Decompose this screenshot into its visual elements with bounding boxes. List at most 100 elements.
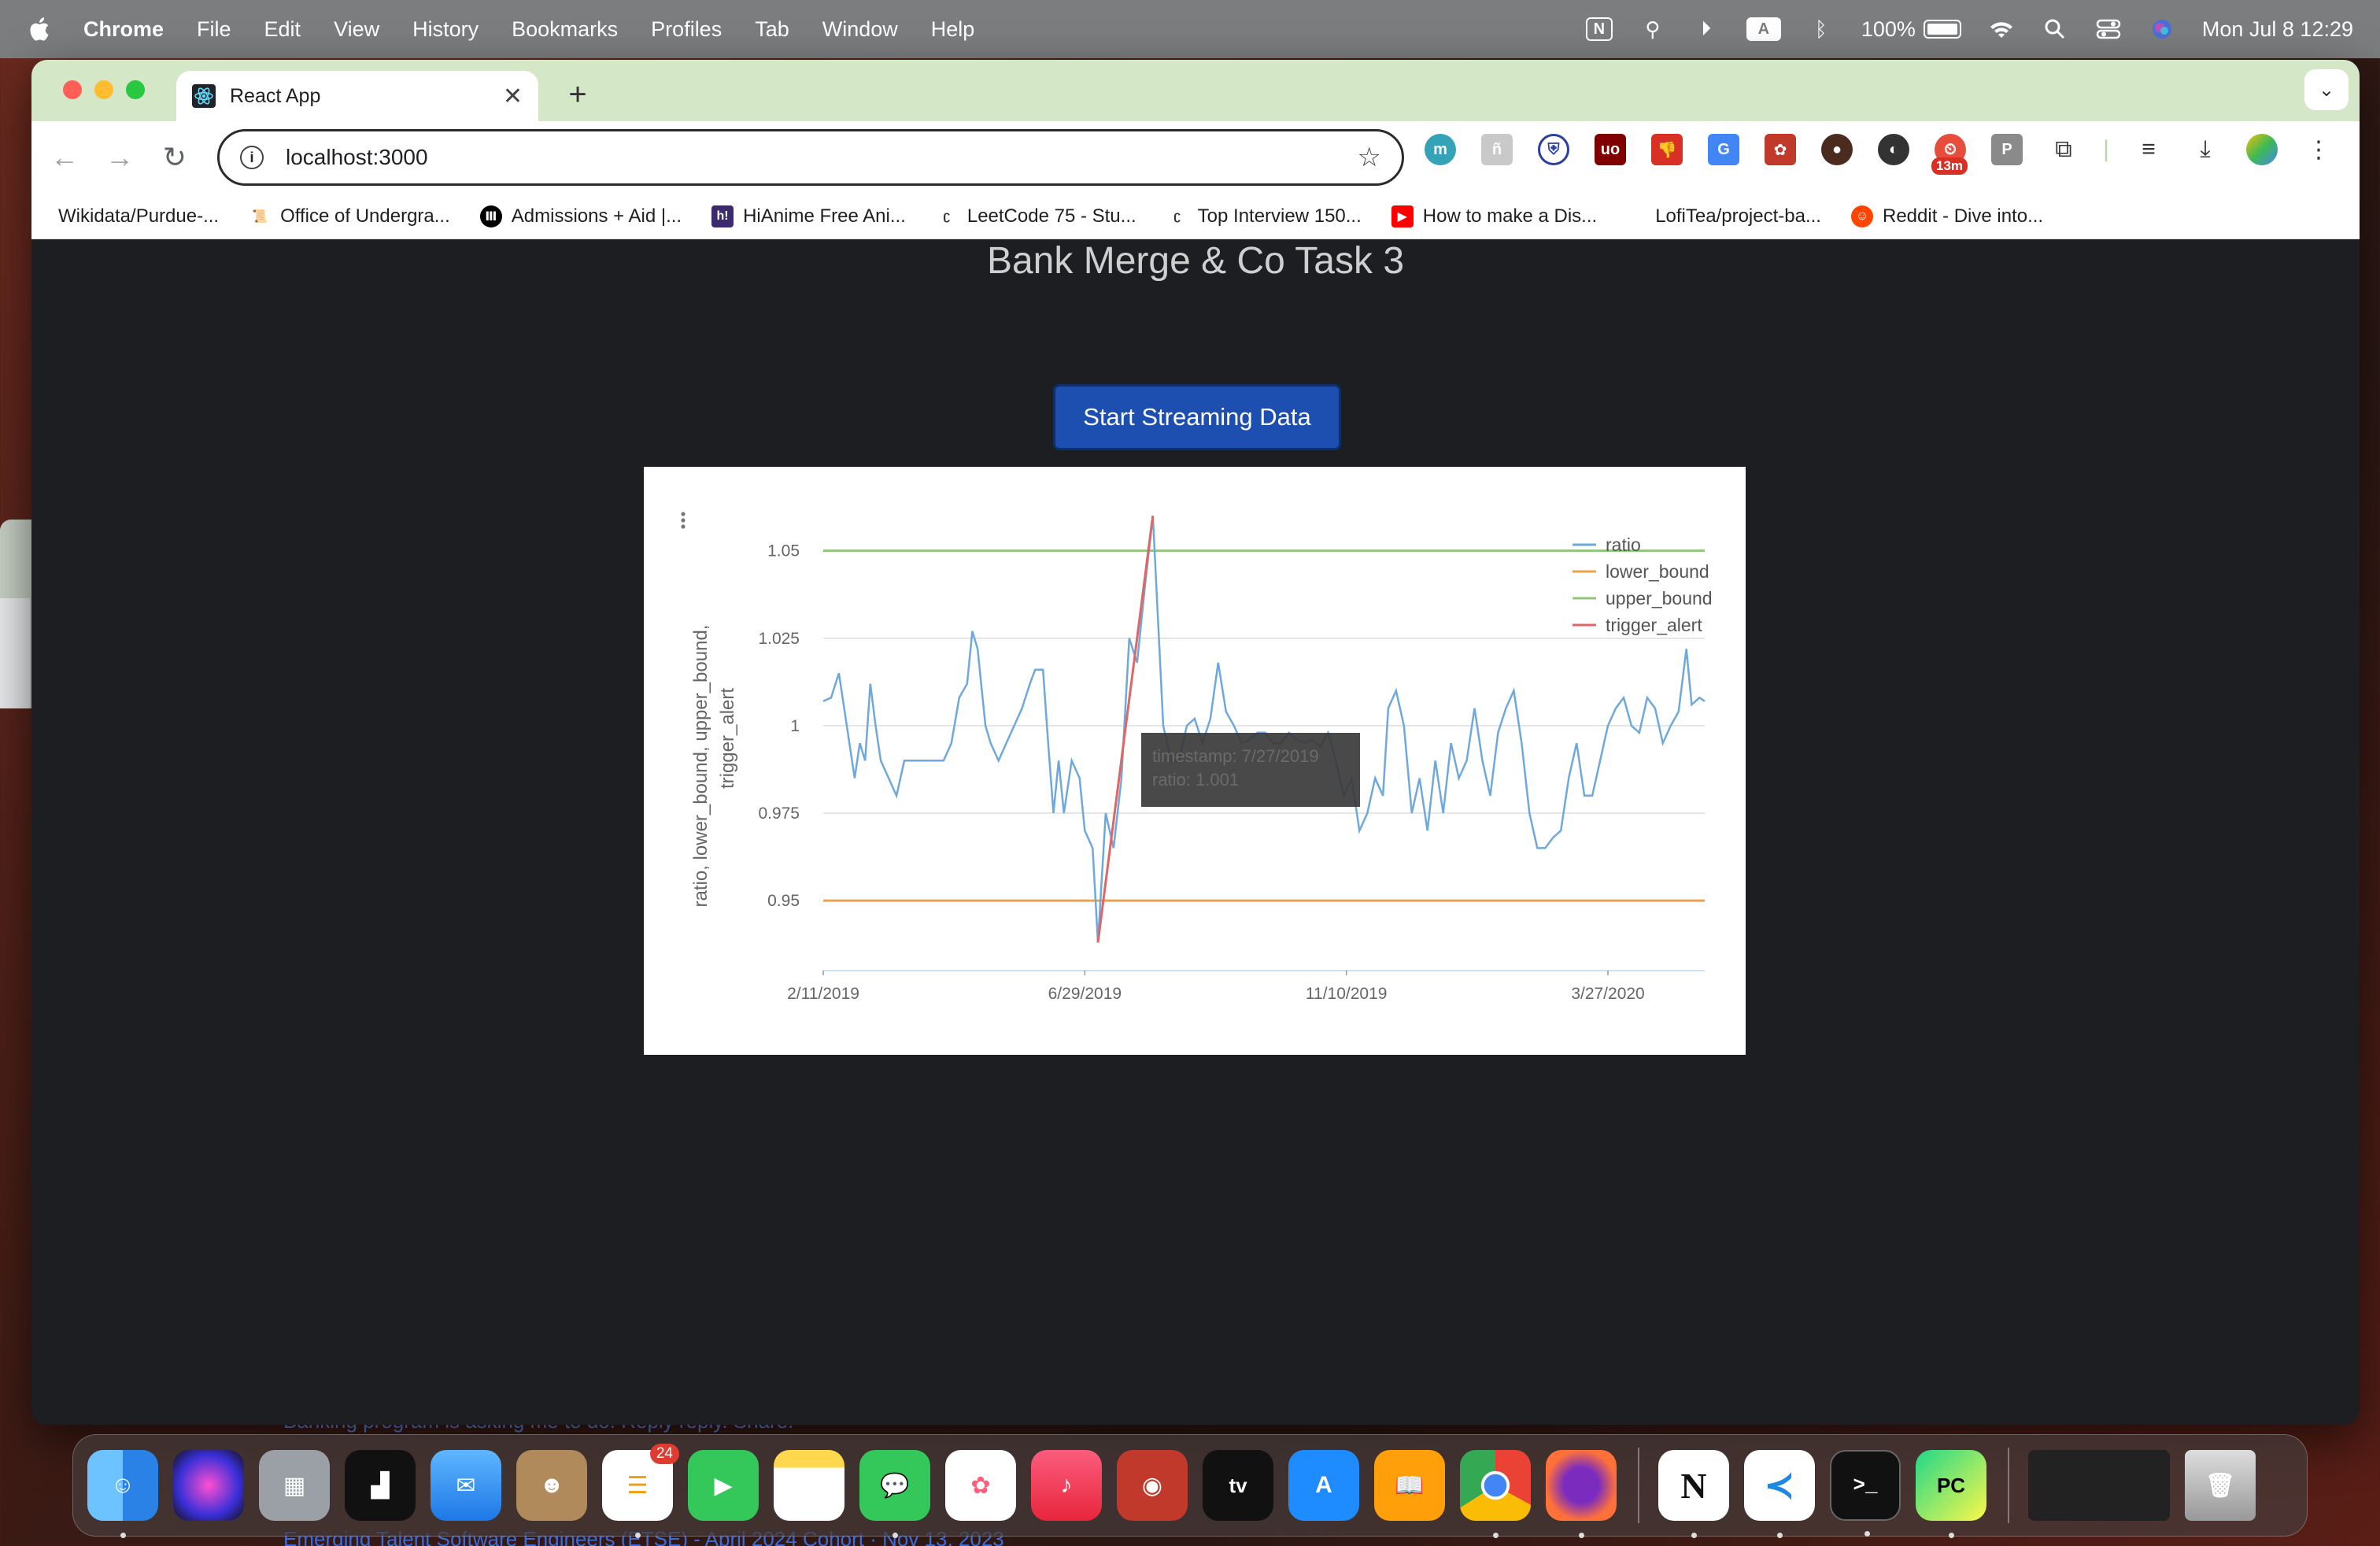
chart-settings-icon[interactable] [681,512,686,529]
siri-icon[interactable] [173,1450,244,1521]
pycharm-icon[interactable]: PC [1916,1450,1986,1538]
menu-profiles[interactable]: Profiles [651,17,722,42]
bookmark-item[interactable]: ▶ How to make a Dis... [1391,205,1597,227]
y-tick-label: 1.05 [767,542,800,560]
launchpad-icon[interactable]: ▦ [259,1450,330,1521]
new-tab-button[interactable]: + [559,76,597,113]
extension-incognito-icon[interactable]: ◐ [1878,134,1909,165]
minimized-windows-icon[interactable] [2028,1450,2170,1521]
chrome-menu-icon[interactable]: ⋮ [2303,134,2334,165]
siri-icon[interactable] [2149,16,2175,43]
battery-status[interactable]: 100% [1861,17,1961,42]
menu-history[interactable]: History [412,17,479,42]
play-circle-icon[interactable]: ⏵ [1693,16,1720,43]
wifi-icon[interactable] [1988,16,2015,43]
app-menu-chrome[interactable]: Chrome [83,17,164,42]
facetime-icon[interactable]: ▶ [688,1450,759,1521]
legend-label[interactable]: lower_bound [1606,561,1709,582]
reminders-icon[interactable]: ☰ 24 [602,1444,679,1538]
apple-icon[interactable] [27,16,50,43]
control-center-icon[interactable] [2095,16,2122,43]
photos-icon[interactable]: ✿ [945,1450,1016,1521]
extension-gray-icon[interactable]: ñ [1481,134,1513,165]
firefox-icon[interactable] [1546,1450,1617,1538]
bookmark-item[interactable]: h! HiAnime Free Ani... [711,205,906,227]
start-streaming-button[interactable]: Start Streaming Data [1053,384,1341,450]
bookmark-star-icon[interactable]: ☆ [1358,142,1381,173]
menu-view[interactable]: View [334,17,379,42]
dock-separator [1638,1448,1639,1523]
extension-avatar-icon[interactable]: ● [1821,134,1853,165]
notion-icon[interactable]: N [1658,1450,1729,1538]
battery-icon [1923,20,1961,39]
music-icon[interactable]: ♪ [1031,1450,1102,1521]
menu-window[interactable]: Window [822,17,898,42]
legend-label[interactable]: ratio [1606,534,1641,555]
extension-red-icon[interactable]: ✿ [1765,134,1796,165]
media-controls-icon[interactable]: ≡ [2133,134,2164,165]
bookmark-item[interactable]: Ⅲ Admissions + Aid |... [479,205,682,227]
close-tab-icon[interactable]: ✕ [503,83,523,110]
site-info-icon[interactable]: i [240,146,264,169]
extension-p-icon[interactable]: P [1991,134,2023,165]
menu-help[interactable]: Help [931,17,975,42]
reminders-badge: 24 [649,1444,679,1464]
profile-avatar[interactable] [2246,134,2278,165]
terminal-icon[interactable]: >_ [1830,1450,1901,1537]
app-store-icon[interactable]: A [1288,1450,1359,1521]
bookmark-item[interactable]: 📜 Office of Undergra... [249,205,450,227]
extension-timer-icon[interactable]: ⏲ 13m [1931,134,1968,175]
mail-icon[interactable]: ✉ [431,1450,501,1521]
vscode-icon[interactable]: ≺ [1744,1450,1815,1538]
menu-bookmarks[interactable]: Bookmarks [512,17,618,42]
notes-icon[interactable] [774,1450,844,1521]
stocks-icon[interactable]: ▟ [345,1450,416,1521]
extension-m-icon[interactable]: m [1425,134,1456,165]
menu-file[interactable]: File [197,17,231,42]
finder-icon[interactable]: ☺ [87,1450,158,1538]
y-axis-ticks: 1.05 1.025 1 0.975 0.95 [758,542,800,910]
google-translate-icon[interactable]: G [1708,134,1739,165]
url-text[interactable]: localhost:3000 [286,145,1358,170]
bookmark-item[interactable]: ʗ LeetCode 75 - Stu... [936,205,1136,227]
trash-icon[interactable]: 🗑 [2185,1450,2256,1521]
input-source-icon[interactable]: A [1746,17,1781,41]
download-icon[interactable]: ⤓ [2190,134,2221,165]
menu-edit[interactable]: Edit [264,17,301,42]
messages-icon[interactable]: 💬 [859,1450,930,1538]
chrome-icon[interactable] [1460,1450,1531,1538]
books-icon[interactable]: 📖 [1374,1450,1445,1521]
ublock-icon[interactable]: uo [1595,134,1626,165]
close-window-button[interactable] [63,80,82,99]
microphone-icon[interactable]: ⚲ [1639,16,1666,43]
address-bar[interactable]: i localhost:3000 ☆ [217,129,1404,186]
reload-button[interactable]: ↻ [151,134,198,181]
tab-search-button[interactable]: ⌄ [2304,69,2349,110]
forward-button[interactable]: → [96,134,143,181]
legend-label[interactable]: upper_bound [1606,588,1713,608]
spotlight-search-icon[interactable] [2042,16,2068,43]
menubar-clock[interactable]: Mon Jul 8 12:29 [2202,17,2353,42]
extension-shield-icon[interactable]: ⛨ [1538,134,1569,165]
x-tick-label: 6/29/2019 [1048,985,1122,1003]
minimize-window-button[interactable] [94,80,113,99]
photo-booth-icon[interactable]: ◉ [1117,1450,1188,1521]
extensions-puzzle-icon[interactable]: ⧉ [2048,134,2079,165]
bluetooth-icon[interactable]: ᛒ [1808,16,1835,43]
bookmark-item[interactable]: ʗ Top Interview 150... [1166,205,1362,227]
ratio-chart: ratio, lower_bound, upper_bound, trigger… [681,512,1713,1003]
contacts-icon[interactable]: ☻ [516,1450,587,1521]
tab-react-app[interactable]: React App ✕ [176,71,538,121]
bookmark-item[interactable]: ☺ Reddit - Dive into... [1850,205,2043,227]
bookmark-item[interactable]: LofiTea/project-ba... [1655,205,1821,227]
notion-menubar-icon[interactable]: N [1585,17,1613,41]
fullscreen-window-button[interactable] [126,80,145,99]
apple-tv-icon[interactable]: tv [1203,1450,1273,1521]
extension-thumb-icon[interactable]: 👎 [1651,134,1683,165]
reddit-icon: ☺ [1850,205,1873,227]
menu-tab[interactable]: Tab [755,17,789,42]
background-window-panel [0,598,30,708]
back-button[interactable]: ← [41,134,88,181]
bookmark-item[interactable]: Wikidata/Purdue-... [58,205,219,227]
legend-label[interactable]: trigger_alert [1606,615,1702,635]
